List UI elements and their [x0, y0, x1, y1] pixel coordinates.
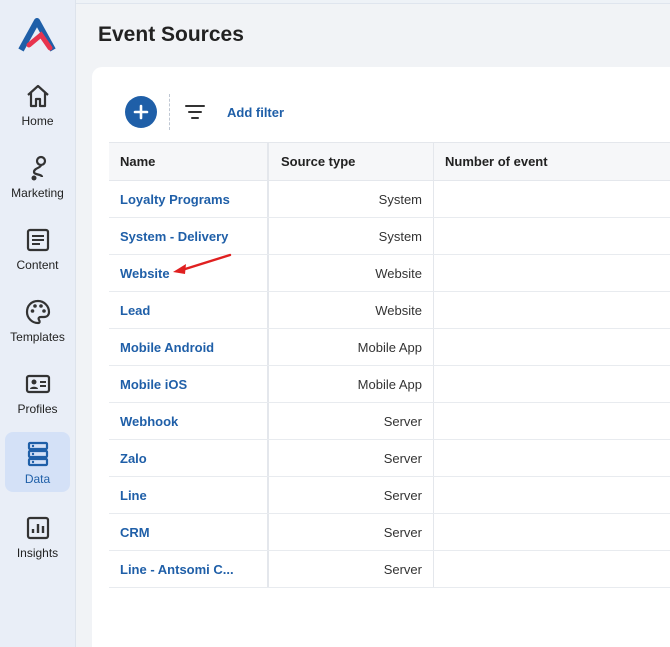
journey-icon — [31, 155, 46, 181]
table-header: Name Source type Number of event — [109, 142, 670, 181]
filter-icon[interactable] — [184, 103, 206, 121]
number-of-event-cell — [434, 181, 670, 217]
source-type-cell: Mobile App — [269, 329, 434, 365]
source-type-cell: Server — [269, 477, 434, 513]
sidebar-item-label: Insights — [16, 546, 59, 560]
number-of-event-cell — [434, 514, 670, 550]
sidebar-item-label: Marketing — [11, 186, 64, 200]
add-button[interactable] — [125, 96, 157, 128]
sidebar-item-profiles[interactable]: Profiles — [5, 362, 70, 422]
table-row[interactable]: Zalo Server — [109, 440, 670, 477]
source-name-link[interactable]: Line — [109, 477, 269, 513]
table-row[interactable]: Mobile iOS Mobile App — [109, 366, 670, 403]
sidebar-item-insights[interactable]: Insights — [5, 506, 70, 566]
source-type-cell: Server — [269, 551, 434, 587]
toolbar-divider — [169, 94, 170, 130]
table-row[interactable]: Lead Website — [109, 292, 670, 329]
source-name-link[interactable]: Line - Antsomi C... — [109, 551, 269, 587]
table-row[interactable]: CRM Server — [109, 514, 670, 551]
source-type-cell: Server — [269, 440, 434, 476]
number-of-event-cell — [434, 403, 670, 439]
table-row[interactable]: Mobile Android Mobile App — [109, 329, 670, 366]
source-name-link[interactable]: Mobile Android — [109, 329, 269, 365]
top-bar — [76, 0, 670, 4]
sidebar-item-label: Content — [16, 258, 59, 272]
source-name-link[interactable]: Webhook — [109, 403, 269, 439]
source-name-link[interactable]: System - Delivery — [109, 218, 269, 254]
source-type-cell: Website — [269, 292, 434, 328]
database-icon — [27, 441, 48, 467]
source-type-cell: Website — [269, 255, 434, 291]
sidebar-item-home[interactable]: Home — [5, 74, 70, 134]
app-logo[interactable] — [18, 18, 56, 54]
number-of-event-cell — [434, 366, 670, 402]
table-row[interactable]: Loyalty Programs System — [109, 181, 670, 218]
chart-icon — [26, 516, 49, 540]
source-name-link[interactable]: Lead — [109, 292, 269, 328]
number-of-event-cell — [434, 218, 670, 254]
page-title: Event Sources — [98, 23, 244, 46]
source-name-link[interactable]: Mobile iOS — [109, 366, 269, 402]
sidebar: Home Marketing Content Templates Profile… — [0, 0, 76, 647]
sidebar-item-label: Home — [21, 114, 54, 128]
home-icon — [26, 84, 49, 108]
source-name-link[interactable]: Loyalty Programs — [109, 181, 269, 217]
source-name-link[interactable]: CRM — [109, 514, 269, 550]
source-type-cell: System — [269, 218, 434, 254]
column-header-source-type[interactable]: Source type — [269, 143, 434, 180]
event-sources-table: Name Source type Number of event Loyalty… — [109, 142, 670, 588]
sidebar-item-data[interactable]: Data — [5, 432, 70, 492]
annotation-arrow — [173, 253, 232, 274]
plus-icon — [133, 104, 149, 120]
number-of-event-cell — [434, 440, 670, 476]
source-type-cell: Server — [269, 514, 434, 550]
number-of-event-cell — [434, 255, 670, 291]
sidebar-item-templates[interactable]: Templates — [5, 290, 70, 350]
table-row[interactable]: System - Delivery System — [109, 218, 670, 255]
source-type-cell: Server — [269, 403, 434, 439]
table-row[interactable]: Line - Antsomi C... Server — [109, 551, 670, 588]
source-name-link[interactable]: Zalo — [109, 440, 269, 476]
number-of-event-cell — [434, 477, 670, 513]
number-of-event-cell — [434, 329, 670, 365]
table-row[interactable]: Webhook Server — [109, 403, 670, 440]
document-icon — [26, 228, 49, 252]
sidebar-item-content[interactable]: Content — [5, 218, 70, 278]
profile-card-icon — [25, 374, 50, 394]
number-of-event-cell — [434, 292, 670, 328]
add-filter-button[interactable]: Add filter — [227, 105, 284, 120]
source-type-cell: System — [269, 181, 434, 217]
source-type-cell: Mobile App — [269, 366, 434, 402]
table-body: Loyalty Programs System System - Delivery S… — [109, 181, 670, 588]
sidebar-item-label: Templates — [10, 330, 65, 344]
column-header-name[interactable]: Name — [109, 143, 269, 180]
sidebar-item-label: Profiles — [17, 402, 58, 416]
column-header-number-of-event[interactable]: Number of event — [434, 143, 670, 180]
sidebar-item-label: Data — [24, 472, 51, 486]
table-row[interactable]: Line Server — [109, 477, 670, 514]
sidebar-item-marketing[interactable]: Marketing — [5, 146, 70, 206]
number-of-event-cell — [434, 551, 670, 587]
palette-icon — [25, 299, 50, 325]
